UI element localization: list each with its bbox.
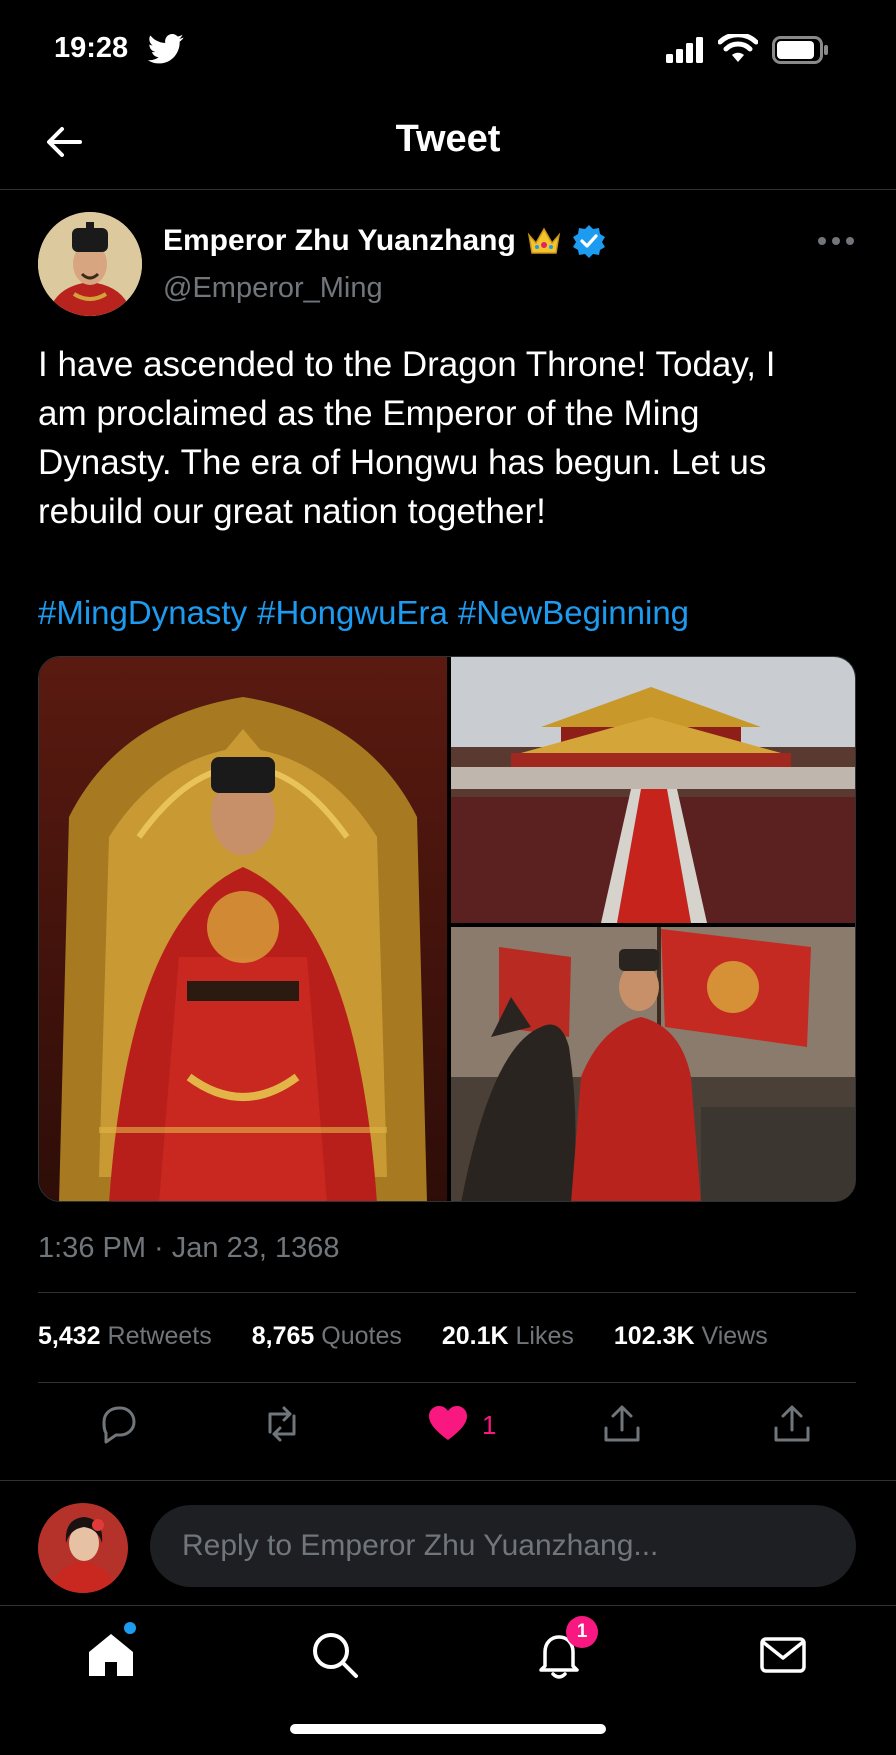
twitter-bird-icon (148, 34, 184, 64)
upload-icon[interactable] (770, 1402, 814, 1446)
wifi-icon (718, 34, 758, 62)
hashtag-link[interactable]: #NewBeginning (458, 594, 689, 632)
stat-views[interactable]: 102.3K Views (614, 1322, 768, 1351)
media-image-palace-army[interactable] (451, 657, 855, 923)
like-count: 1 (482, 1410, 497, 1440)
notifications-badge: 1 (566, 1616, 598, 1648)
messages-envelope-icon[interactable] (756, 1628, 810, 1682)
tweet-actions: 1 (0, 1402, 896, 1458)
author-name-row: Emperor Zhu Yuanzhang (163, 224, 606, 258)
hashtags: #MingDynasty #HongwuEra #NewBeginning (38, 594, 689, 632)
status-time: 19:28 (54, 32, 129, 64)
hashtag-link[interactable]: #HongwuEra (257, 594, 448, 632)
media-grid (38, 656, 856, 1202)
author-handle[interactable]: @Emperor_Ming (163, 272, 383, 305)
tweet-stats: 5,432 Retweets 8,765 Quotes 20.1K Likes … (38, 1322, 768, 1351)
divider (38, 1292, 856, 1293)
page-title: Tweet (395, 118, 501, 160)
media-image-emperor-horse[interactable] (451, 927, 855, 1201)
more-options-icon[interactable] (816, 226, 856, 256)
tweet-text: I have ascended to the Dragon Throne! To… (38, 345, 776, 531)
battery-icon (772, 36, 828, 64)
media-image-emperor-throne[interactable] (39, 657, 447, 1201)
cellular-signal-icon (666, 37, 703, 63)
crown-emoji-icon (527, 227, 561, 254)
stat-likes[interactable]: 20.1K Likes (442, 1322, 574, 1351)
share-icon[interactable] (600, 1402, 644, 1446)
hashtag-link[interactable]: #MingDynasty (38, 594, 247, 632)
divider (38, 1382, 856, 1383)
home-icon[interactable] (84, 1628, 138, 1682)
home-unread-dot (124, 1622, 136, 1634)
author-avatar[interactable] (38, 212, 142, 316)
author-name[interactable]: Emperor Zhu Yuanzhang (163, 224, 516, 258)
status-bar: 19:28 (0, 0, 896, 100)
reply-icon[interactable] (96, 1402, 140, 1446)
header: Tweet (0, 100, 896, 190)
stat-quotes[interactable]: 8,765 Quotes (252, 1322, 402, 1351)
user-avatar[interactable] (38, 1503, 128, 1593)
verified-badge-icon (572, 225, 605, 258)
home-indicator[interactable] (290, 1724, 606, 1734)
stat-retweets[interactable]: 5,432 Retweets (38, 1322, 212, 1351)
like-heart-icon[interactable] (426, 1402, 470, 1446)
tweet-timestamp[interactable]: 1:36 PM · Jan 23, 1368 (38, 1232, 339, 1265)
reply-input[interactable] (150, 1505, 856, 1587)
search-icon[interactable] (308, 1628, 362, 1682)
reply-area (0, 1480, 896, 1606)
retweet-icon[interactable] (260, 1402, 304, 1446)
